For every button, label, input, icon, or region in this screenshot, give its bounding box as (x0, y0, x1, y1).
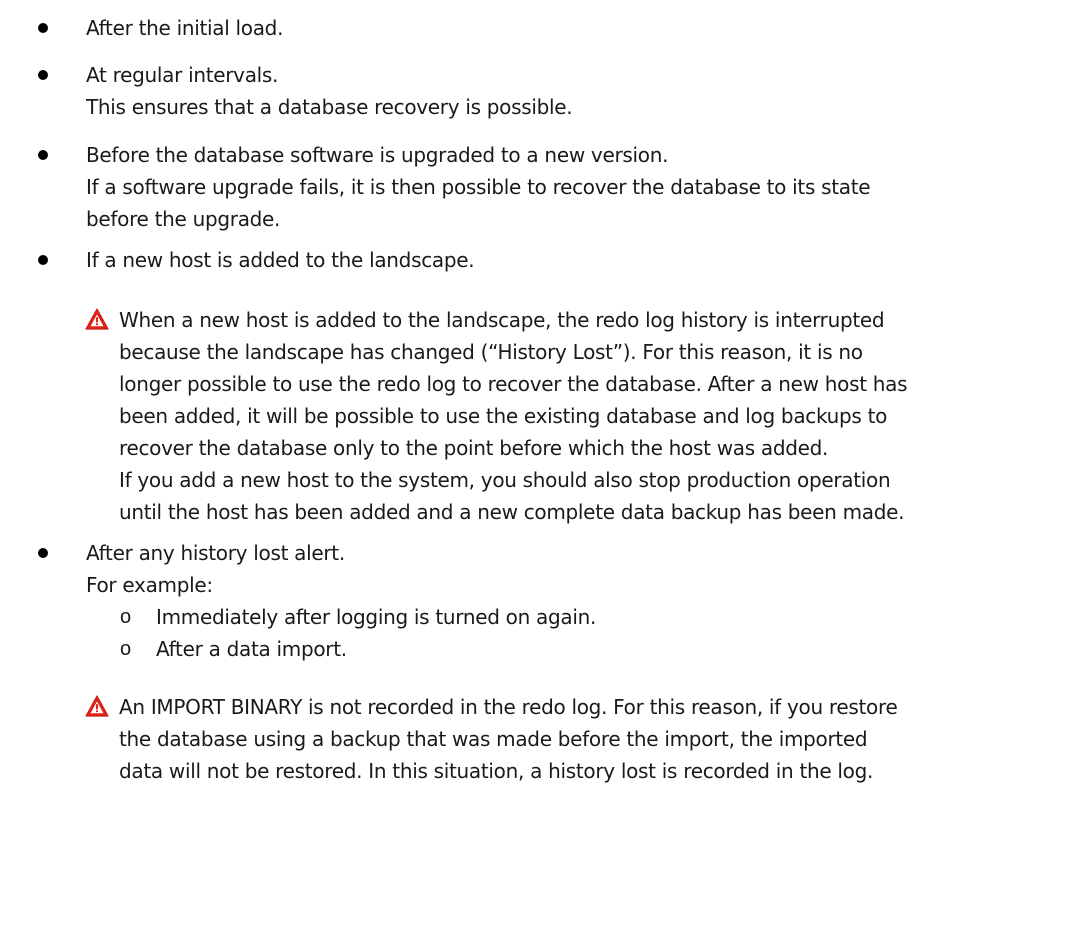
warning-text-line: the database using a backup that was mad… (119, 727, 868, 751)
sub-list-item: After a data import. (156, 637, 347, 661)
list-item: Before the database software is upgraded… (86, 143, 669, 167)
sub-bullet-marker: o (120, 606, 132, 628)
warning-triangle-icon (85, 695, 109, 717)
warning-text-line: If you add a new host to the system, you… (119, 468, 891, 492)
warning-text-line: An IMPORT BINARY is not recorded in the … (119, 695, 898, 719)
list-item-note: If a software upgrade fails, it is then … (86, 175, 871, 199)
sub-list-item: Immediately after logging is turned on a… (156, 605, 597, 629)
list-item-note: For example: (86, 573, 213, 597)
warning-text-line: longer possible to use the redo log to r… (119, 372, 908, 396)
warning-triangle-icon (85, 308, 109, 330)
bullet-marker (38, 548, 48, 558)
bullet-marker (38, 70, 48, 80)
list-item: After the initial load. (86, 16, 284, 40)
warning-text-line: until the host has been added and a new … (119, 500, 905, 524)
warning-text-line: recover the database only to the point b… (119, 436, 829, 460)
bullet-marker (38, 150, 48, 160)
list-item-note: This ensures that a database recovery is… (86, 95, 573, 119)
warning-text-line: because the landscape has changed (“Hist… (119, 340, 863, 364)
list-item: After any history lost alert. (86, 541, 345, 565)
sub-bullet-marker: o (120, 638, 132, 660)
document-page: After the initial load. At regular inter… (0, 0, 1075, 930)
warning-text-line: data will not be restored. In this situa… (119, 759, 874, 783)
list-item: If a new host is added to the landscape. (86, 248, 475, 272)
warning-text-line: When a new host is added to the landscap… (119, 308, 885, 332)
list-item-note: before the upgrade. (86, 207, 281, 231)
list-item: At regular intervals. (86, 63, 279, 87)
bullet-marker (38, 23, 48, 33)
warning-text-line: been added, it will be possible to use t… (119, 404, 888, 428)
bullet-marker (38, 255, 48, 265)
